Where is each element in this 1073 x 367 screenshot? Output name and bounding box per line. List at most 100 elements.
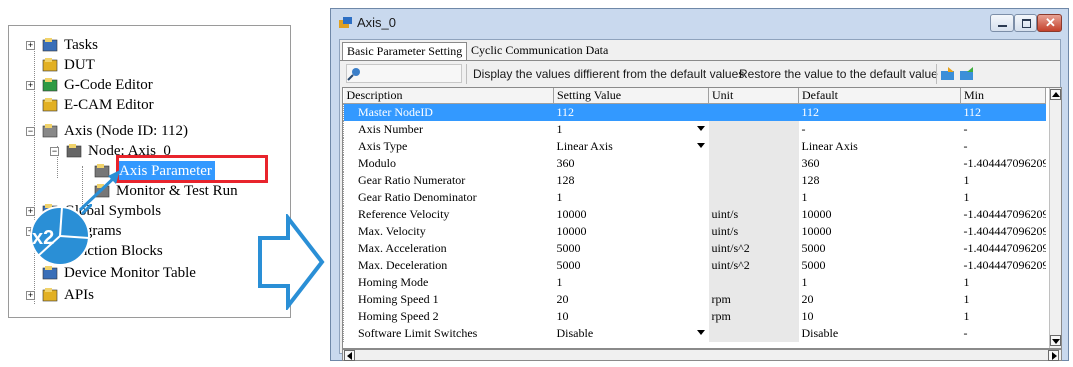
unit-cell: uint/s^2 bbox=[708, 240, 799, 257]
scroll-down-button[interactable] bbox=[1050, 335, 1061, 346]
scroll-left-button[interactable] bbox=[344, 350, 355, 361]
table-row[interactable]: Gear Ratio Numerator 128 128 1 bbox=[343, 172, 1046, 189]
setting-value-cell[interactable]: 112 bbox=[553, 103, 709, 121]
search-input[interactable] bbox=[346, 64, 462, 83]
default-cell: 1 bbox=[799, 274, 961, 291]
dropdown-arrow-icon[interactable] bbox=[696, 143, 705, 148]
description-cell: Axis Number bbox=[343, 121, 554, 138]
default-cell: 5000 bbox=[799, 257, 961, 274]
grid-header-row: Description Setting Value Unit Default M… bbox=[343, 88, 1046, 104]
tree-item[interactable]: E-CAM Editor bbox=[26, 95, 276, 115]
default-cell: 5000 bbox=[799, 240, 961, 257]
cell-text: 112 bbox=[963, 105, 982, 119]
setting-value-cell[interactable]: Disable bbox=[554, 325, 709, 342]
cell-text: Max. Acceleration bbox=[358, 241, 447, 255]
unit-cell bbox=[708, 138, 799, 155]
maximize-button[interactable] bbox=[1014, 14, 1037, 32]
close-button[interactable]: ✕ bbox=[1037, 14, 1062, 32]
setting-value-cell[interactable]: 128 bbox=[554, 172, 709, 189]
cell-text: 112 bbox=[801, 105, 820, 119]
tree-item[interactable]: + G-Code Editor bbox=[26, 75, 276, 95]
setting-value-cell[interactable]: 1 bbox=[554, 121, 709, 138]
setting-value-cell[interactable]: 1 bbox=[554, 189, 709, 206]
export-icon[interactable] bbox=[959, 66, 976, 82]
table-row[interactable]: Modulo 360 360 -1.40444709620923E bbox=[343, 155, 1046, 172]
tree-expander[interactable]: + bbox=[26, 291, 35, 300]
table-row[interactable]: Software Limit Switches Disable Disable - bbox=[343, 325, 1046, 342]
cell-text: 10000 bbox=[801, 224, 832, 238]
setting-value-cell[interactable]: 1 bbox=[554, 274, 709, 291]
gcode-editor-icon bbox=[42, 78, 58, 92]
tree-item[interactable]: + Tasks bbox=[26, 35, 276, 55]
cell-text: 1 bbox=[963, 292, 970, 306]
double-click-icon: x2 bbox=[30, 204, 92, 266]
unit-cell bbox=[708, 155, 799, 172]
table-row[interactable]: Axis Number 1 - - bbox=[343, 121, 1046, 138]
setting-value-cell[interactable]: Linear Axis bbox=[554, 138, 709, 155]
table-row[interactable]: Reference Velocity 10000 uint/s 10000 -1.404… bbox=[343, 206, 1046, 223]
scroll-up-button[interactable] bbox=[1050, 89, 1061, 100]
tree-expander[interactable]: + bbox=[26, 81, 35, 90]
unit-cell bbox=[708, 325, 799, 342]
dropdown-arrow-icon[interactable] bbox=[696, 330, 705, 335]
axis-icon bbox=[42, 124, 58, 138]
cell-text: uint/s^2 bbox=[711, 241, 750, 255]
cell-text: Disable bbox=[801, 326, 839, 340]
tree-item[interactable]: + APIs bbox=[26, 285, 276, 305]
column-header[interactable]: Unit bbox=[708, 88, 799, 104]
cell-text: Modulo bbox=[358, 156, 397, 170]
setting-value-cell[interactable]: 10 bbox=[554, 308, 709, 325]
cell-text: - bbox=[801, 122, 806, 136]
cell-text: 112 bbox=[556, 105, 575, 119]
table-row[interactable]: Max. Deceleration 5000 uint/s^2 5000 -1.4044… bbox=[343, 257, 1046, 274]
cell-text: 20 bbox=[556, 292, 569, 306]
setting-value-cell[interactable]: 20 bbox=[554, 291, 709, 308]
cell-text: 1 bbox=[801, 275, 808, 289]
cell-text: uint/s bbox=[711, 207, 739, 221]
horizontal-scrollbar[interactable] bbox=[342, 349, 1062, 361]
dropdown-arrow-icon[interactable] bbox=[696, 126, 705, 131]
pointer-arrow-icon bbox=[78, 170, 120, 212]
table-row[interactable]: Homing Mode 1 1 1 bbox=[343, 274, 1046, 291]
table-row[interactable]: Axis Type Linear Axis Linear Axis - bbox=[343, 138, 1046, 155]
scroll-right-icon bbox=[1052, 352, 1057, 360]
table-row[interactable]: Homing Speed 1 20 rpm 20 1 bbox=[343, 291, 1046, 308]
cell-text: 10 bbox=[556, 309, 569, 323]
title-bar[interactable]: Axis_0 ✕ bbox=[331, 9, 1068, 39]
display-different-values-button[interactable]: Display the values diffierent from the d… bbox=[473, 67, 744, 81]
vertical-scrollbar[interactable] bbox=[1049, 88, 1061, 348]
table-row[interactable]: Master NodeID 112 112 112 bbox=[343, 103, 1046, 121]
description-cell: Master NodeID bbox=[343, 103, 554, 121]
column-header[interactable]: Min bbox=[960, 88, 1046, 104]
scroll-right-button[interactable] bbox=[1048, 350, 1059, 361]
restore-default-button[interactable]: Restore the value to the default value bbox=[739, 67, 938, 81]
tree-expander[interactable]: − bbox=[50, 147, 59, 156]
table-row[interactable]: Max. Acceleration 5000 uint/s^2 5000 -1.4044… bbox=[343, 240, 1046, 257]
column-header[interactable]: Default bbox=[798, 88, 961, 104]
tab-cyclic-communication-data[interactable]: Cyclic Communication Data bbox=[467, 42, 612, 60]
setting-value-cell[interactable]: 10000 bbox=[554, 206, 709, 223]
setting-value-cell[interactable]: 5000 bbox=[554, 240, 709, 257]
setting-value-cell[interactable]: 10000 bbox=[554, 223, 709, 240]
table-row[interactable]: Gear Ratio Denominator 1 1 1 bbox=[343, 189, 1046, 206]
tree-item[interactable]: − Axis (Node ID: 112) bbox=[26, 121, 276, 141]
import-icon[interactable] bbox=[940, 66, 957, 82]
cell-text: -1.40444709620923E bbox=[963, 207, 1046, 221]
setting-value-cell[interactable]: 360 bbox=[554, 155, 709, 172]
default-cell: 10 bbox=[799, 308, 961, 325]
tree-expander[interactable]: + bbox=[26, 41, 35, 50]
column-header[interactable]: Description bbox=[343, 88, 554, 104]
cell-text: Homing Mode bbox=[358, 275, 429, 289]
column-header[interactable]: Setting Value bbox=[553, 88, 709, 104]
table-row[interactable]: Max. Velocity 10000 uint/s 10000 -1.40444709… bbox=[343, 223, 1046, 240]
tree-item-label: APIs bbox=[64, 287, 95, 303]
tab-basic-parameter-setting[interactable]: Basic Parameter Setting bbox=[342, 42, 468, 60]
description-cell: Homing Mode bbox=[343, 274, 554, 291]
min-cell: 1 bbox=[961, 172, 1046, 189]
default-cell: Linear Axis bbox=[799, 138, 961, 155]
setting-value-cell[interactable]: 5000 bbox=[554, 257, 709, 274]
minimize-button[interactable] bbox=[990, 14, 1014, 32]
tree-expander[interactable]: − bbox=[26, 127, 35, 136]
tree-item[interactable]: DUT bbox=[26, 55, 276, 75]
table-row[interactable]: Homing Speed 2 10 rpm 10 1 bbox=[343, 308, 1046, 325]
